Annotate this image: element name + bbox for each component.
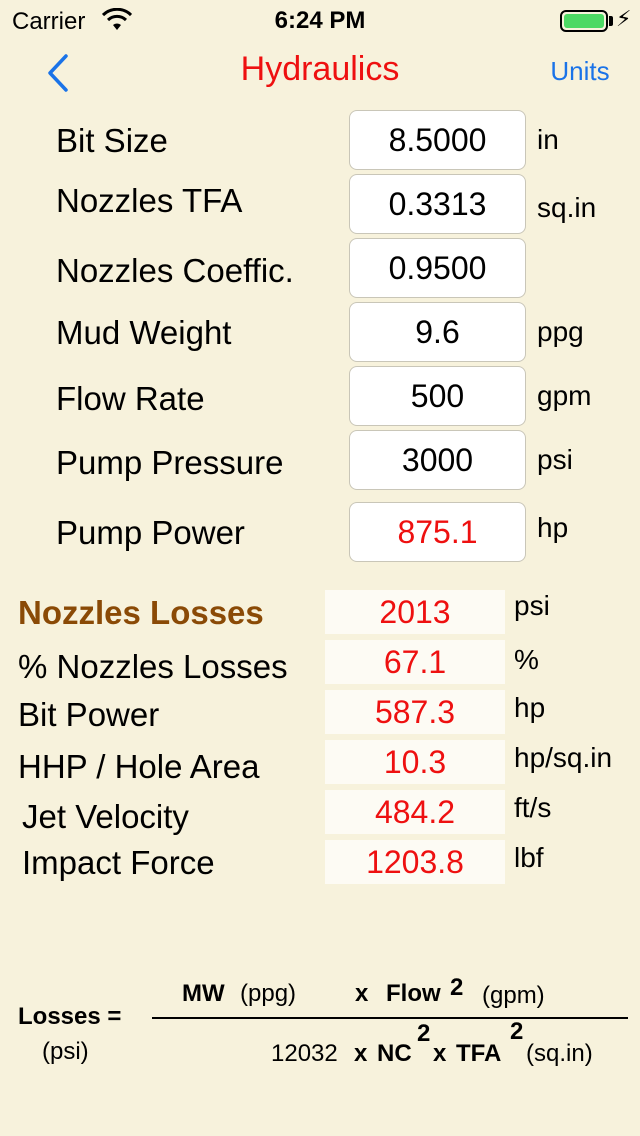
pump-power-field[interactable]: 875.1 [349,502,526,562]
input-label-nozzles-tfa: Nozzles TFA [56,182,243,219]
status-bar: Carrier 6:24 PM ⚡ [0,0,640,40]
formula-nc-exp: 2 [417,1020,431,1047]
mud-weight-field[interactable]: 9.6 [349,302,526,362]
formula-constant: 12032 [271,1040,338,1067]
flow-rate-field[interactable]: 500 [349,366,526,426]
pump-power-unit: hp [537,512,569,543]
nozzles-coeffic-field[interactable]: 0.9500 [349,238,526,298]
nozzles-losses-unit: psi [514,590,550,621]
battery-tip [609,16,613,26]
result-label-percent-nozzles-losses: % Nozzles Losses [18,648,288,685]
result-label-nozzles-losses: Nozzles Losses [18,594,264,631]
flow-rate-unit: gpm [537,380,592,411]
bit-size-unit: in [537,124,559,155]
formula-times-3: x [433,1040,447,1067]
clock: 6:24 PM [274,7,366,34]
percent-nozzles-losses-unit: % [514,644,539,675]
mud-weight-unit: ppg [537,316,584,347]
units-button[interactable]: Units [530,56,630,87]
formula-mw: MW [182,980,225,1007]
formula-flow-unit: (gpm) [482,982,545,1009]
nozzles-losses-value: 2013 [325,590,505,634]
hhp-hole-area-value: 10.3 [325,740,505,784]
input-label-bit-size: Bit Size [56,122,168,159]
formula-tfa: TFA [456,1040,502,1067]
formula-nc: NC [377,1040,412,1067]
nozzles-tfa-field[interactable]: 0.3313 [349,174,526,234]
formula-times-1: x [355,980,369,1007]
formula-lhs-unit: (psi) [42,1038,89,1065]
input-label-pump-power: Pump Power [56,514,245,551]
battery-icon [560,10,608,32]
formula-den-unit: (sq.in) [526,1040,593,1067]
nozzles-tfa-unit: sq.in [537,192,597,223]
bit-power-unit: hp [514,692,546,723]
jet-velocity-value: 484.2 [325,790,505,834]
formula-flow: Flow [386,980,441,1007]
bit-power-value: 587.3 [325,690,505,734]
result-label-bit-power: Bit Power [18,696,160,733]
percent-nozzles-losses-value: 67.1 [325,640,505,684]
formula-lhs: Losses = [18,1003,122,1030]
input-label-nozzles-coeffic: Nozzles Coeffic. [56,252,294,289]
input-label-pump-pressure: Pump Pressure [56,444,284,481]
pump-pressure-unit: psi [537,444,573,475]
result-label-impact-force: Impact Force [22,844,215,881]
jet-velocity-unit: ft/s [514,792,552,823]
impact-force-unit: lbf [514,842,544,873]
result-label-hhp-hole-area: HHP / Hole Area [18,748,260,785]
impact-force-value: 1203.8 [325,840,505,884]
fraction-bar [152,1017,628,1019]
charging-icon: ⚡ [616,6,632,31]
pump-pressure-field[interactable]: 3000 [349,430,526,490]
formula-times-2: x [354,1040,368,1067]
bit-size-field[interactable]: 8.5000 [349,110,526,170]
formula-tfa-exp: 2 [510,1018,524,1045]
result-label-jet-velocity: Jet Velocity [22,798,189,835]
formula-mw-unit: (ppg) [240,980,297,1007]
hhp-hole-area-unit: hp/sq.in [514,742,613,773]
input-label-mud-weight: Mud Weight [56,314,232,351]
formula-flow-exp: 2 [450,974,464,1001]
input-label-flow-rate: Flow Rate [56,380,205,417]
